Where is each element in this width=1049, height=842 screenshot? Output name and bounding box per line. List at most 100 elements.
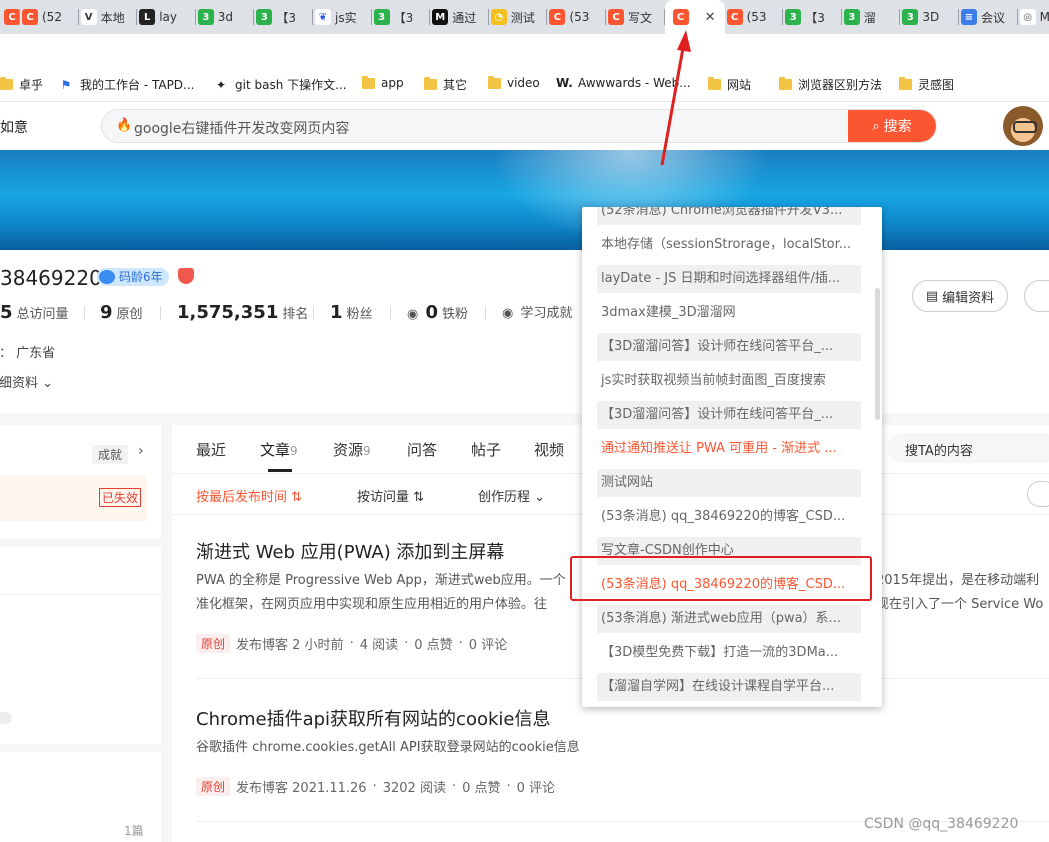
vue-icon: V (80, 9, 97, 25)
article-title[interactable]: Chrome插件api获取所有网站的cookie信息 (196, 705, 550, 731)
browser-tab[interactable]: ≡ 会议 (959, 4, 1018, 30)
tab-videos[interactable]: 视频 (534, 439, 564, 460)
article-desc: 谷歌插件 chrome.cookies.getAll API获取登录网站的coo… (196, 740, 580, 755)
bookmark-item[interactable]: 灵感图 (899, 76, 954, 93)
folder-icon (708, 77, 721, 90)
browser-tab-label: 【3 (276, 10, 297, 25)
tab-qa[interactable]: 问答 (407, 439, 437, 460)
chevron-right-icon[interactable]: › (138, 443, 144, 459)
3d-icon: 3 (785, 9, 802, 25)
dropdown-item[interactable]: (53条消息) qq_38469220的博客_CSD... (597, 503, 861, 531)
close-tab-icon[interactable]: ✕ (705, 10, 716, 25)
browser-tab-label: 通过 (452, 10, 477, 25)
browser-tab[interactable]: Llay (137, 4, 196, 30)
dropdown-item[interactable]: 3dmax建模_3D溜溜网 (597, 299, 861, 327)
3d-icon: 3 (197, 9, 214, 25)
achievement-label[interactable]: 成就 (92, 445, 129, 464)
article-desc: 准化框架，在网页应用中实现和原生应用相近的用户体验。往 (196, 597, 548, 612)
browser-tab[interactable]: C (52 (20, 4, 79, 30)
dropdown-item[interactable]: 【3D溜溜问答】设计师在线问答平台_... (597, 401, 861, 429)
browser-toolbar (0, 34, 1049, 64)
sort-by-views[interactable]: 按访问量 ⇅ (357, 486, 424, 505)
browser-tab[interactable]: ❦ js实 (313, 4, 372, 30)
sort-icon: ⇅ (287, 490, 303, 505)
browser-tab[interactable]: 3 【3 (254, 4, 313, 30)
3d-icon: 3 (373, 9, 390, 25)
tab-resources[interactable]: 资源9 (333, 439, 371, 460)
bookmark-item[interactable]: ⚑ 我的工作台 - TAPD... (58, 76, 195, 93)
edit-icon: ▤ (925, 288, 939, 304)
dropdown-item[interactable]: layDate - JS 日期和时间选择器组件/插... (597, 265, 861, 293)
browser-tab[interactable]: C (53 (547, 4, 606, 30)
dropdown-item[interactable]: 【3D模型免费下载】打造一流的3DMa... (597, 639, 861, 667)
dropdown-item[interactable]: (53条消息) 渐进式web应用（pwa）系... (597, 605, 861, 633)
stat-iron-fans: ◉ 0 铁粉 (407, 302, 469, 323)
browser-tab[interactable]: 3 【3 (372, 4, 431, 30)
folder-icon (424, 77, 437, 90)
baidu-icon: ❦ (315, 9, 331, 25)
dropdown-item[interactable]: 测试网站 (597, 469, 861, 497)
tab-articles[interactable]: 文章9 (260, 439, 298, 460)
browser-tab[interactable]: ◎ M (1018, 4, 1049, 30)
stat-rank: 1,575,351 排名 (177, 302, 309, 323)
bookmark-item[interactable]: 网站 (708, 76, 751, 93)
bookmark-item[interactable]: ✦ git bash 下操作文... (213, 76, 347, 93)
browser-tab[interactable]: C 写文 (606, 4, 665, 30)
tab-active-indicator (268, 469, 292, 472)
browser-tab[interactable]: ◔ 测试 (489, 4, 548, 30)
dropdown-item[interactable]: 本地存储（sessionStrorage，localStor... (597, 231, 861, 259)
profile-name: 38469220 (0, 266, 102, 290)
dropdown-item[interactable]: js实时获取视频当前帧封面图_百度搜索 (597, 367, 861, 395)
bookmark-item[interactable]: video (488, 75, 540, 90)
browser-tab-label: 写文 (628, 10, 653, 25)
dropdown-scrollbar[interactable] (875, 288, 880, 420)
browser-tab[interactable]: 3 3d (196, 4, 255, 30)
browser-tab[interactable]: C (53 (725, 4, 784, 30)
bookmark-item[interactable]: 浏览器区别方法 (779, 76, 882, 93)
article-title[interactable]: 渐进式 Web 应用(PWA) 添加到主屏幕 (196, 538, 504, 564)
profile-banner (0, 150, 1049, 250)
dropdown-item[interactable]: 【溜溜自学网】在线设计课程自学平台... (597, 673, 861, 701)
browser-tab-label: 【3 (805, 10, 825, 25)
search-input[interactable]: google右键插件开发改变网页内容 (134, 118, 349, 138)
3d-icon: 3 (843, 9, 860, 25)
creation-history-dropdown[interactable]: 创作历程 ⌄ (478, 486, 545, 505)
dropdown-item[interactable]: (52条消息) Chrome浏览器插件开发V3... (597, 207, 861, 225)
search-button[interactable]: ⌕ 搜索 (848, 110, 936, 142)
stat-achievement[interactable]: ◉ 学习成就 (502, 302, 573, 321)
profile-details-link[interactable]: 详细资料 ⌄ (0, 372, 53, 391)
browser-tab-label: (53 (569, 10, 590, 24)
dropdown-item[interactable]: 【3D溜溜问答】设计师在线问答平台_... (597, 333, 861, 361)
original-tag: 原创 (196, 777, 231, 796)
browser-tab[interactable]: 3 3D (900, 4, 959, 30)
more-button[interactable] (1024, 280, 1049, 312)
browser-tab[interactable]: C ✕ (664, 0, 725, 34)
bookmark-item[interactable]: app (362, 75, 404, 90)
bookmark-item[interactable]: W. Awwwards - Web... (556, 76, 691, 90)
stat-visits: 5 总访问量 (0, 302, 69, 323)
bookmark-item[interactable]: 其它 (424, 76, 467, 93)
chevron-down-icon: ⌄ (38, 376, 54, 391)
medium-icon: M (432, 9, 449, 25)
sort-by-time[interactable]: 按最后发布时间 ⇅ (196, 486, 302, 505)
site-search-bar[interactable]: 🔥 google右键插件开发改变网页内容 ⌕ 搜索 (101, 109, 937, 143)
tab-posts[interactable]: 帖子 (471, 439, 501, 460)
tab-recent[interactable]: 最近 (196, 439, 226, 460)
browser-tab[interactable]: M 通过 (430, 4, 489, 30)
edit-profile-button[interactable]: ▤ 编辑资料 (912, 280, 1008, 312)
csdn-icon: C (549, 9, 566, 25)
user-avatar[interactable] (1003, 106, 1043, 146)
dropdown-item[interactable]: 通过通知推送让 PWA 可重用 - 渐进式 ... (597, 435, 861, 463)
sidebar-scrollbar[interactable] (0, 712, 12, 724)
browser-tab-label: lay (159, 10, 177, 24)
browser-tab[interactable]: 3 【3 (783, 4, 842, 30)
folder-icon (488, 75, 501, 89)
browser-tab[interactable]: C詳 (2, 4, 20, 30)
browser-tab-label: 溜 (863, 10, 876, 25)
rss-button[interactable] (1027, 481, 1049, 507)
content-search-input[interactable]: 搜TA的内容 (888, 433, 1049, 463)
bookmark-item[interactable]: 卓乎 (0, 76, 43, 93)
browser-tab[interactable]: 3溜 (842, 4, 901, 30)
browser-tab[interactable]: V 本地 (79, 4, 138, 30)
browser-tab-label: js实 (335, 10, 357, 25)
